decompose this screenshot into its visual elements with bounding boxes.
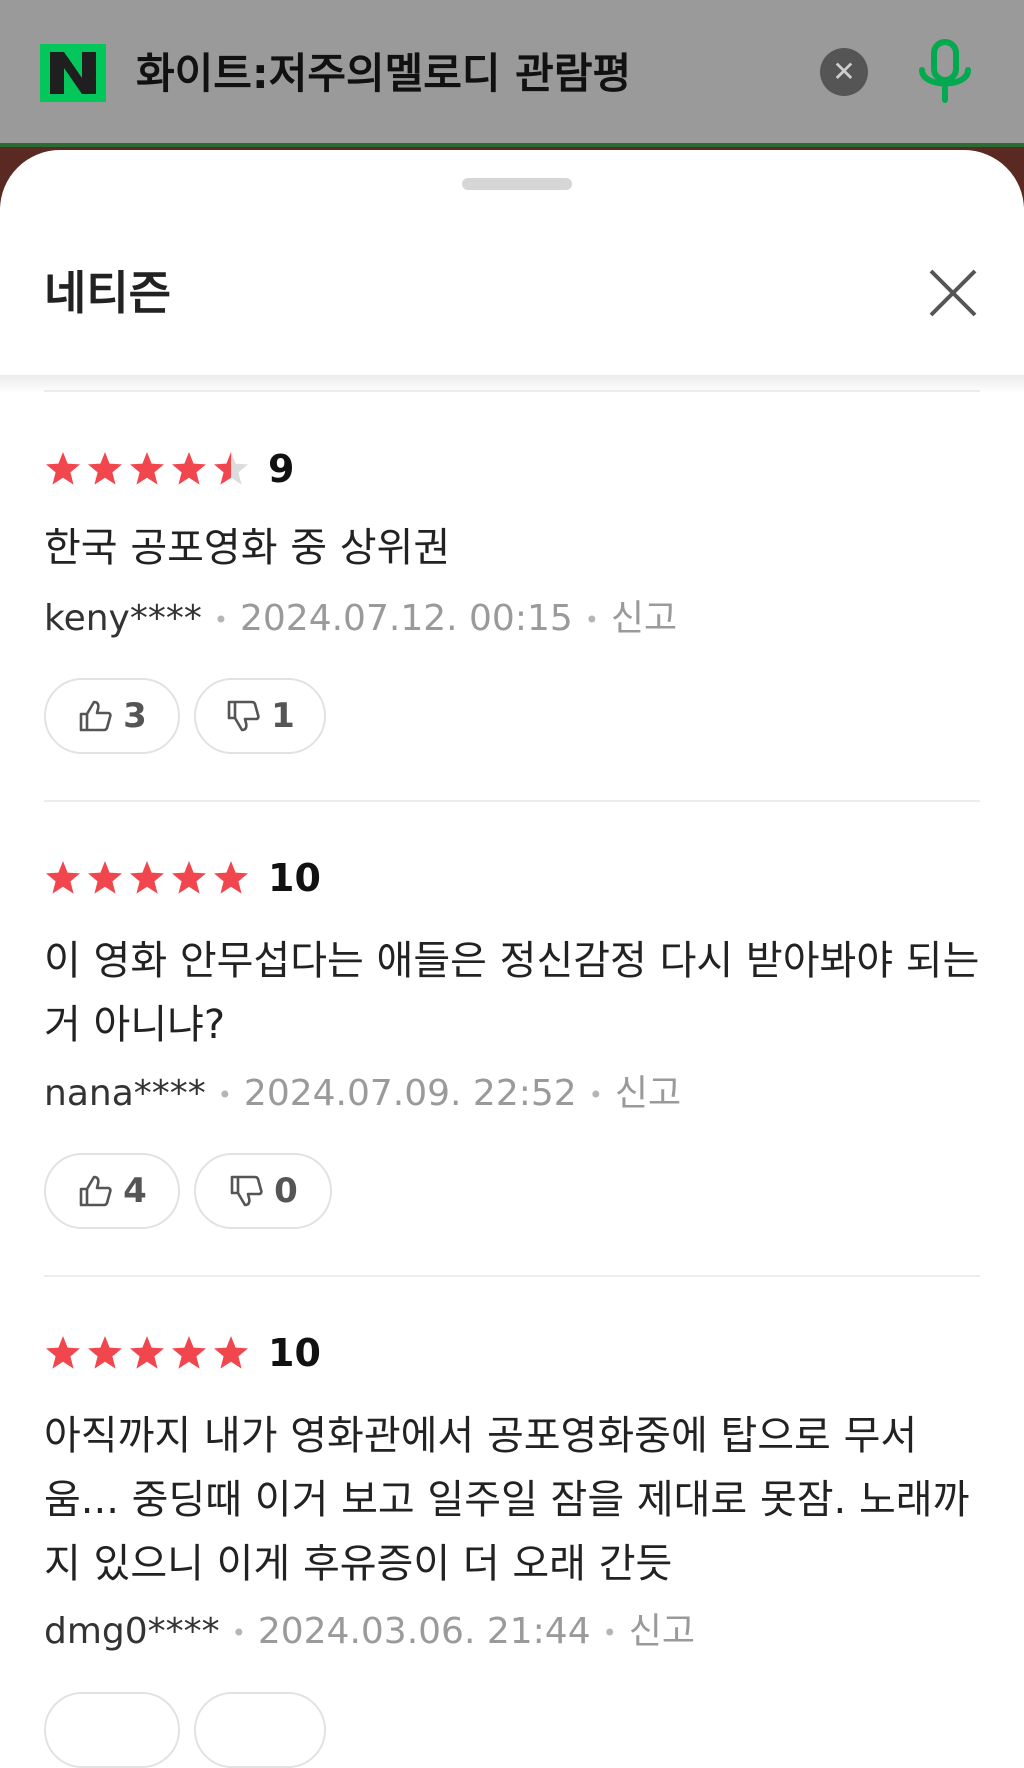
thumbs-up-icon xyxy=(79,1175,112,1207)
star-filled-icon xyxy=(46,452,80,485)
like-count: 4 xyxy=(123,1171,147,1211)
review-item: 10 이 영화 안무섭다는 애들은 정신감정 다시 받아봐야 되는거 아니냐? … xyxy=(44,800,980,1277)
star-filled-icon xyxy=(88,452,122,485)
search-bar: 화이트:저주의멜로디 관람평 ✕ xyxy=(0,0,1024,147)
rating-row: 9 xyxy=(44,446,294,492)
review-author[interactable]: keny**** xyxy=(44,598,202,639)
star-filled-icon xyxy=(88,861,122,894)
review-author[interactable]: dmg0**** xyxy=(44,1611,220,1652)
rating-row: 10 xyxy=(44,855,321,901)
thumbs-down-icon xyxy=(230,1175,263,1207)
rating-row: 10 xyxy=(44,1330,321,1376)
dislike-button[interactable] xyxy=(194,1692,326,1768)
naver-logo[interactable] xyxy=(40,44,106,102)
star-filled-icon xyxy=(214,861,248,894)
review-text: 이 영화 안무섭다는 애들은 정신감정 다시 받아봐야 되는거 아니냐? xyxy=(44,938,980,1048)
star-filled-icon xyxy=(130,1336,164,1369)
thumbs-up-icon xyxy=(79,700,112,732)
like-count: 3 xyxy=(123,696,147,736)
dislike-button[interactable]: 1 xyxy=(194,678,326,754)
star-filled-icon xyxy=(214,1336,248,1369)
like-button[interactable] xyxy=(44,1692,180,1768)
star-filled-icon xyxy=(88,1336,122,1369)
review-author[interactable]: nana**** xyxy=(44,1073,206,1114)
rating-score: 9 xyxy=(268,447,295,491)
sheet-title: 네티즌 xyxy=(44,266,171,320)
like-button[interactable]: 4 xyxy=(44,1153,180,1229)
dislike-count: 1 xyxy=(271,696,295,736)
report-link[interactable]: 신고 xyxy=(629,1611,695,1652)
search-query[interactable]: 화이트:저주의멜로디 관람평 xyxy=(136,44,631,104)
star-rating xyxy=(44,1334,250,1372)
review-meta: dmg0**** • 2024.03.06. 21:44 • 신고 xyxy=(44,1611,696,1652)
dislike-button[interactable]: 0 xyxy=(194,1153,332,1229)
review-item: 10 아직까지 내가 영화관에서 공포영화중에 탑으로 무서움... 중딩때 이… xyxy=(44,1275,980,1768)
dislike-count: 0 xyxy=(274,1171,298,1211)
star-filled-icon xyxy=(46,1336,80,1369)
report-link[interactable]: 신고 xyxy=(611,598,677,639)
thumbs-down-icon xyxy=(227,700,260,732)
review-text: 아직까지 내가 영화관에서 공포영화중에 탑으로 무서움... 중딩때 이거 보… xyxy=(44,1413,970,1587)
review-date: 2024.07.12. 00:15 xyxy=(240,598,573,639)
review-text: 한국 공포영화 중 상위권 xyxy=(44,525,451,571)
close-icon[interactable] xyxy=(925,265,981,321)
star-filled-icon xyxy=(172,1336,206,1369)
star-half-icon xyxy=(214,452,248,485)
review-meta: nana**** • 2024.07.09. 22:52 • 신고 xyxy=(44,1073,682,1114)
review-date: 2024.07.09. 22:52 xyxy=(243,1073,577,1114)
star-filled-icon xyxy=(130,452,164,485)
like-button[interactable]: 3 xyxy=(44,678,180,754)
review-date: 2024.03.06. 21:44 xyxy=(257,1611,591,1652)
review-item: 9 한국 공포영화 중 상위권 keny**** • 2024.07.12. 00:… xyxy=(44,390,980,802)
report-link[interactable]: 신고 xyxy=(615,1073,681,1114)
star-filled-icon xyxy=(130,861,164,894)
star-filled-icon xyxy=(172,861,206,894)
microphone-icon[interactable] xyxy=(915,38,975,108)
close-circle-icon[interactable]: ✕ xyxy=(820,48,868,96)
sheet-drag-handle[interactable] xyxy=(462,178,572,190)
rating-score: 10 xyxy=(268,1331,321,1375)
star-rating xyxy=(44,859,250,897)
star-filled-icon xyxy=(46,861,80,894)
star-filled-icon xyxy=(172,452,206,485)
star-rating xyxy=(44,450,250,488)
review-meta: keny**** • 2024.07.12. 00:15 • 신고 xyxy=(44,598,678,639)
rating-score: 10 xyxy=(268,856,321,900)
